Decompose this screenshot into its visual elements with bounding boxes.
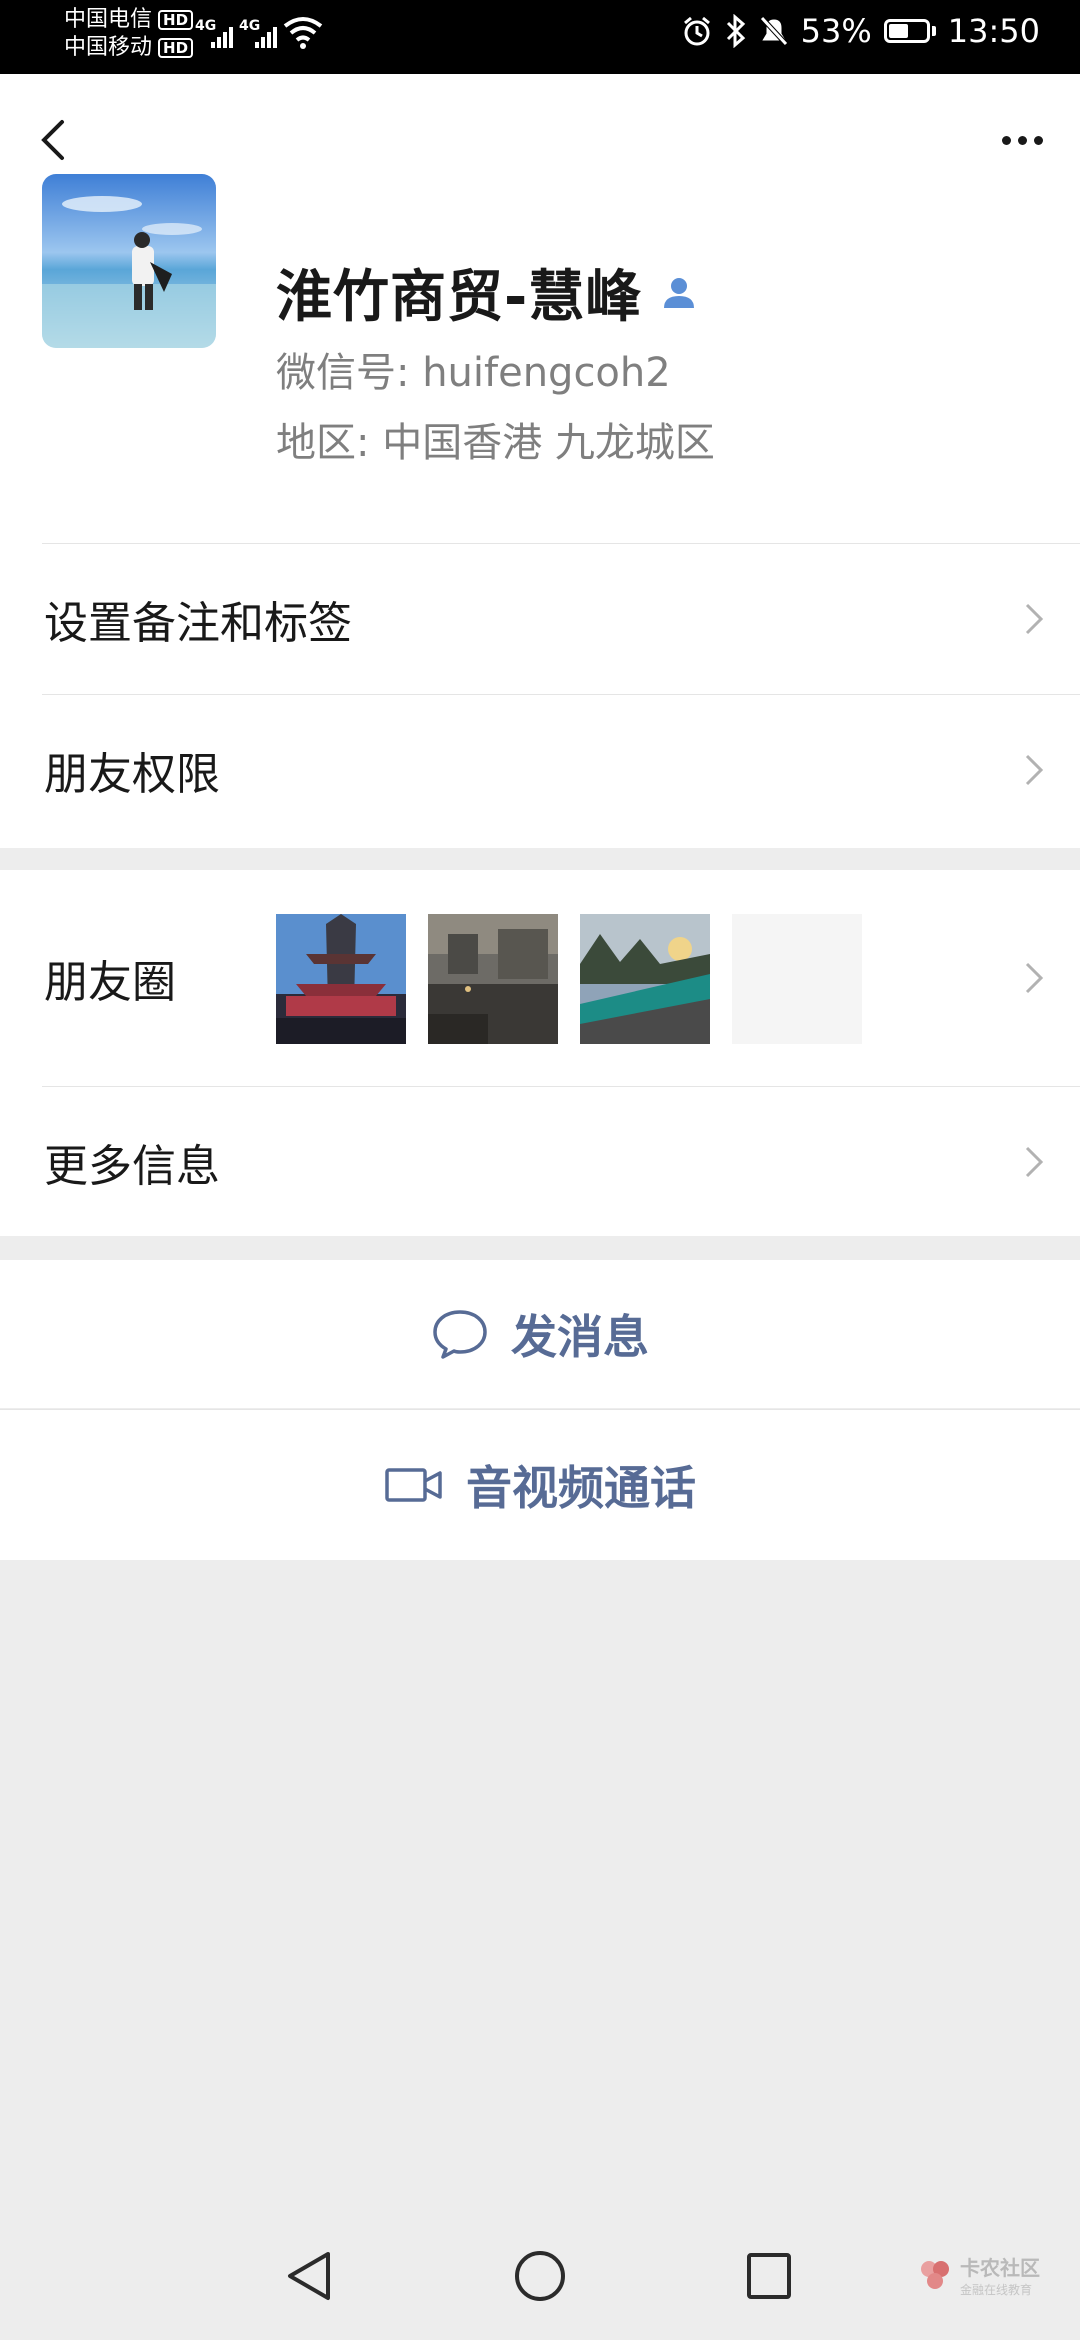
back-button[interactable] [28, 108, 78, 172]
circle-home-icon [515, 2251, 565, 2301]
send-message-button[interactable]: 发消息 [0, 1260, 1080, 1408]
moments-photo-placeholder [732, 914, 862, 1044]
signal-1-icon: 4G [195, 14, 233, 50]
wechat-id: 微信号: huifengcoh2 [276, 350, 671, 396]
contact-name: 淮竹商贸-慧峰 [276, 265, 643, 330]
more-info-label: 更多信息 [44, 1140, 220, 1192]
alarm-icon [683, 16, 710, 46]
avatar[interactable] [42, 174, 216, 348]
video-camera-icon [385, 1468, 442, 1502]
video-call-label: 音视频通话 [466, 1461, 696, 1515]
moments-photo[interactable] [580, 914, 710, 1044]
chevron-right-icon [1025, 1146, 1044, 1177]
carrier-1-label: 中国电信 [64, 7, 153, 32]
more-button[interactable] [992, 118, 1052, 162]
chevron-left-icon [41, 120, 64, 160]
bluetooth-icon [726, 14, 745, 48]
battery-percent: 53% [800, 12, 872, 50]
signal-2-icon: 4G [239, 14, 277, 50]
remark-tags-row[interactable]: 设置备注和标签 [0, 544, 1080, 694]
person-icon [664, 277, 695, 308]
status-bar: 中国电信 HD 中国移动 HD 4G 4G 53% 13:50 [0, 0, 1080, 74]
battery-icon [883, 19, 936, 43]
mute-bell-icon [759, 16, 788, 46]
ellipsis-icon [1001, 135, 1011, 145]
remark-tags-label: 设置备注和标签 [44, 598, 352, 649]
chevron-right-icon [1025, 603, 1044, 635]
chevron-right-icon [1025, 962, 1044, 994]
friend-permissions-label: 朋友权限 [44, 749, 220, 800]
moments-photo[interactable] [276, 914, 406, 1044]
square-recents-icon [747, 2253, 791, 2299]
nav-home-button[interactable] [513, 2248, 567, 2304]
watermark-logo-icon [921, 2261, 949, 2289]
clock: 13:50 [947, 12, 1040, 50]
region: 地区: 中国香港 九龙城区 [276, 420, 715, 466]
more-info-row[interactable]: 更多信息 [0, 1087, 1080, 1236]
send-message-label: 发消息 [511, 1310, 649, 1364]
moments-thumbnails [276, 914, 862, 1044]
watermark-title: 卡农社区 [960, 2256, 1040, 2280]
chevron-right-icon [1025, 754, 1044, 786]
watermark-subtitle: 金融在线教育 [960, 2283, 1033, 2297]
signal-indicators: 4G 4G [195, 14, 323, 50]
triangle-back-icon [288, 2252, 330, 2300]
chat-bubble-icon [433, 1310, 487, 1359]
nav-recents-button[interactable] [744, 2250, 794, 2302]
video-call-button[interactable]: 音视频通话 [0, 1410, 1080, 1560]
friend-permissions-row[interactable]: 朋友权限 [0, 695, 1080, 845]
hd-badge: HD [158, 10, 194, 30]
carrier-info: 中国电信 HD 中国移动 HD [64, 6, 194, 62]
moments-photo[interactable] [428, 914, 558, 1044]
carrier-2-label: 中国移动 [64, 35, 153, 60]
status-right: 53% 13:50 [681, 12, 1040, 50]
nav-back-button[interactable] [284, 2248, 334, 2304]
watermark: 卡农社区 金融在线教育 [918, 2252, 1040, 2298]
wifi-icon [283, 17, 323, 49]
moments-label: 朋友圈 [44, 957, 176, 1008]
hd-badge: HD [158, 38, 194, 58]
